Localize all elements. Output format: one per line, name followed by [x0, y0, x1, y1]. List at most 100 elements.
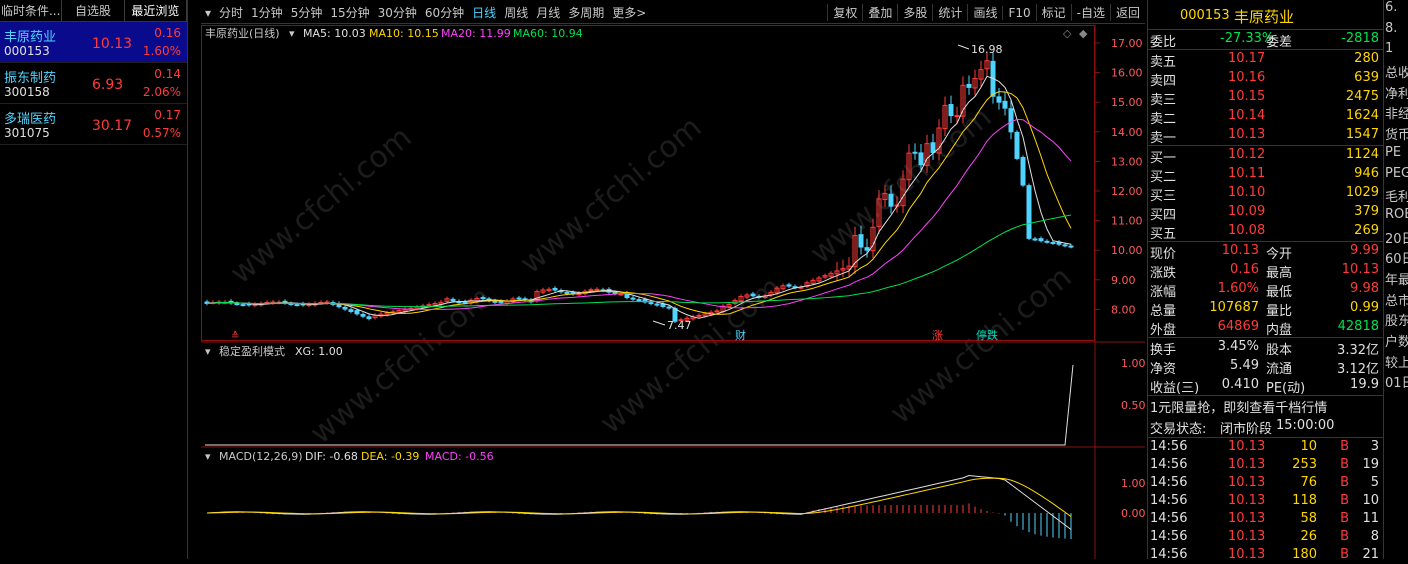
event-marker-limit[interactable]: 停跌 [976, 328, 998, 342]
f10-item[interactable]: 60日 [1384, 248, 1408, 269]
period-daily[interactable]: 日线 [468, 4, 500, 21]
f10-item[interactable]: 净利 [1384, 83, 1408, 104]
f10-item[interactable]: ROE [1384, 207, 1408, 228]
chevron-down-icon[interactable]: ▾ [289, 27, 295, 40]
f10-item[interactable]: 6. [1384, 0, 1408, 21]
diamond-icon[interactable]: ◇ [1063, 27, 1072, 40]
f10-item[interactable]: 毛利 [1384, 186, 1408, 207]
bid-row[interactable]: 买三 10.10 1029 [1148, 184, 1383, 204]
tick-row[interactable]: 14:56 10.13 58 B 11 [1148, 510, 1383, 528]
menu-toggle-icon[interactable]: ▾ [201, 6, 215, 20]
bid-row[interactable]: 买一 10.12 1124 [1148, 146, 1383, 166]
chart-title: 丰原药业(日线) [205, 26, 280, 40]
candle-body [1026, 185, 1032, 239]
chevron-down-icon[interactable]: ▾ [205, 450, 211, 463]
period-weekly[interactable]: 周线 [500, 4, 532, 21]
stock-name: 丰原药业 [4, 30, 57, 45]
weicha-label: 委差 [1266, 35, 1293, 50]
period-1min[interactable]: 1分钟 [247, 4, 287, 21]
statistics-button[interactable]: 统计 [932, 4, 967, 21]
candle-body [1008, 108, 1014, 133]
f10-item[interactable]: PEG [1384, 166, 1408, 187]
status-value: 闭市阶段 [1220, 422, 1273, 437]
tick-side: B [1340, 511, 1349, 526]
multi-stock-button[interactable]: 多股 [897, 4, 932, 21]
promo-banner[interactable]: 1元限量抢，即刻查看千档行情 [1148, 396, 1383, 417]
tab-recent[interactable]: 最近浏览 [125, 0, 187, 21]
bid-price: 10.09 [1228, 204, 1266, 219]
period-5min[interactable]: 5分钟 [287, 4, 327, 21]
candle-body [714, 310, 720, 313]
draw-line-button[interactable]: 画线 [967, 4, 1002, 21]
period-monthly[interactable]: 月线 [532, 4, 564, 21]
ask-row[interactable]: 卖四 10.16 639 [1148, 69, 1383, 89]
bid-row[interactable]: 买四 10.09 379 [1148, 203, 1383, 223]
back-button[interactable]: 返回 [1109, 4, 1145, 21]
low-pointer [652, 320, 666, 326]
f10-item[interactable]: 货币 [1384, 124, 1408, 145]
tick-price: 10.13 [1228, 493, 1266, 508]
candle-body [948, 104, 954, 117]
tick-row[interactable]: 14:56 10.13 10 B 3 [1148, 438, 1383, 456]
tab-self-selected[interactable]: 自选股 [62, 0, 125, 21]
period-60min[interactable]: 60分钟 [421, 4, 468, 21]
watchlist-row[interactable]: 丰原药业 000153 10.13 0.16 1.60% [0, 22, 187, 63]
tab-temp-condition[interactable]: 临时条件... [0, 0, 63, 21]
tick-row[interactable]: 14:56 10.13 180 B 21 [1148, 546, 1383, 564]
chevron-down-icon[interactable]: ▾ [205, 345, 211, 358]
tick-list[interactable]: 14:56 10.13 10 B 3 14:56 10.13 253 B 19 14:56 10.13… [1148, 438, 1383, 564]
period-15min[interactable]: 15分钟 [326, 4, 373, 21]
stock-price: 30.17 [92, 118, 133, 134]
f10-item[interactable]: 户数 [1384, 331, 1408, 352]
f10-item[interactable]: 总市 [1384, 290, 1408, 311]
f10-button[interactable]: F10 [1002, 5, 1035, 20]
ask-row[interactable]: 卖一 10.13 1547 [1148, 126, 1383, 146]
remove-self-selected-button[interactable]: -自选 [1070, 4, 1110, 21]
ask-book: 卖五 10.17 280 卖四 10.16 639 卖三 10.15 2475 卖二 10.14 16… [1148, 50, 1383, 146]
tick-row[interactable]: 14:56 10.13 76 B 5 [1148, 474, 1383, 492]
candle-body [654, 303, 660, 306]
ask-row[interactable]: 卖五 10.17 280 [1148, 50, 1383, 70]
period-multi[interactable]: 多周期 [564, 4, 608, 21]
tick-count: 3 [1370, 439, 1379, 454]
tick-row[interactable]: 14:56 10.13 26 B 8 [1148, 528, 1383, 546]
bid-price: 10.11 [1228, 166, 1266, 181]
adjust-button[interactable]: 复权 [827, 4, 862, 21]
watchlist-row[interactable]: 多瑞医药 301075 30.17 0.17 0.57% [0, 104, 187, 145]
candle-body [636, 299, 642, 302]
f10-item[interactable]: PE [1384, 145, 1408, 166]
ask-row[interactable]: 卖二 10.14 1624 [1148, 107, 1383, 127]
event-marker-rise[interactable]: 涨 [932, 329, 943, 342]
ask-row[interactable]: 卖三 10.15 2475 [1148, 88, 1383, 108]
f10-item[interactable]: 01日 [1384, 372, 1408, 393]
f10-item[interactable]: 总收 [1384, 62, 1408, 83]
period-30min[interactable]: 30分钟 [374, 4, 421, 21]
f10-item[interactable]: 股东 [1384, 310, 1408, 331]
f10-item[interactable]: 非经 [1384, 103, 1408, 124]
tick-row[interactable]: 14:56 10.13 118 B 10 [1148, 492, 1383, 510]
pin-icon[interactable]: ◆ [1079, 27, 1088, 40]
tick-row[interactable]: 14:56 10.13 253 B 19 [1148, 456, 1383, 474]
bid-row[interactable]: 买二 10.11 946 [1148, 165, 1383, 185]
stat-label: 涨幅 [1150, 285, 1177, 300]
f10-item[interactable]: 20日 [1384, 228, 1408, 249]
period-more[interactable]: 更多> [608, 4, 650, 21]
ma60-line [206, 214, 1072, 308]
stat-value: 0.99 [1350, 300, 1379, 315]
promo-text[interactable]: 1元限量抢，即刻查看千档行情 [1150, 397, 1327, 416]
f10-item[interactable]: 8. [1384, 21, 1408, 42]
watchlist-row[interactable]: 振东制药 300158 6.93 0.14 2.06% [0, 63, 187, 104]
bid-row[interactable]: 买五 10.08 269 [1148, 222, 1383, 242]
mark-button[interactable]: 标记 [1035, 4, 1071, 21]
f10-item[interactable]: 较上 [1384, 352, 1408, 373]
f10-item[interactable]: 1 [1384, 41, 1408, 62]
candle-body [1050, 242, 1056, 245]
event-marker-small: ≙ [231, 330, 239, 342]
watermark: www.cfchi.com www.cfchi.com www.cfchi.comw… [224, 100, 1079, 451]
tick-side: B [1340, 547, 1349, 562]
overlay-button[interactable]: 叠加 [862, 4, 897, 21]
event-marker-finance[interactable]: 财 [735, 328, 746, 342]
kline-chart-area[interactable]: www.cfchi.com www.cfchi.com www.cfchi.comw… [201, 25, 1145, 559]
period-intraday[interactable]: 分时 [215, 4, 247, 21]
f10-item[interactable]: 年最 [1384, 269, 1408, 290]
